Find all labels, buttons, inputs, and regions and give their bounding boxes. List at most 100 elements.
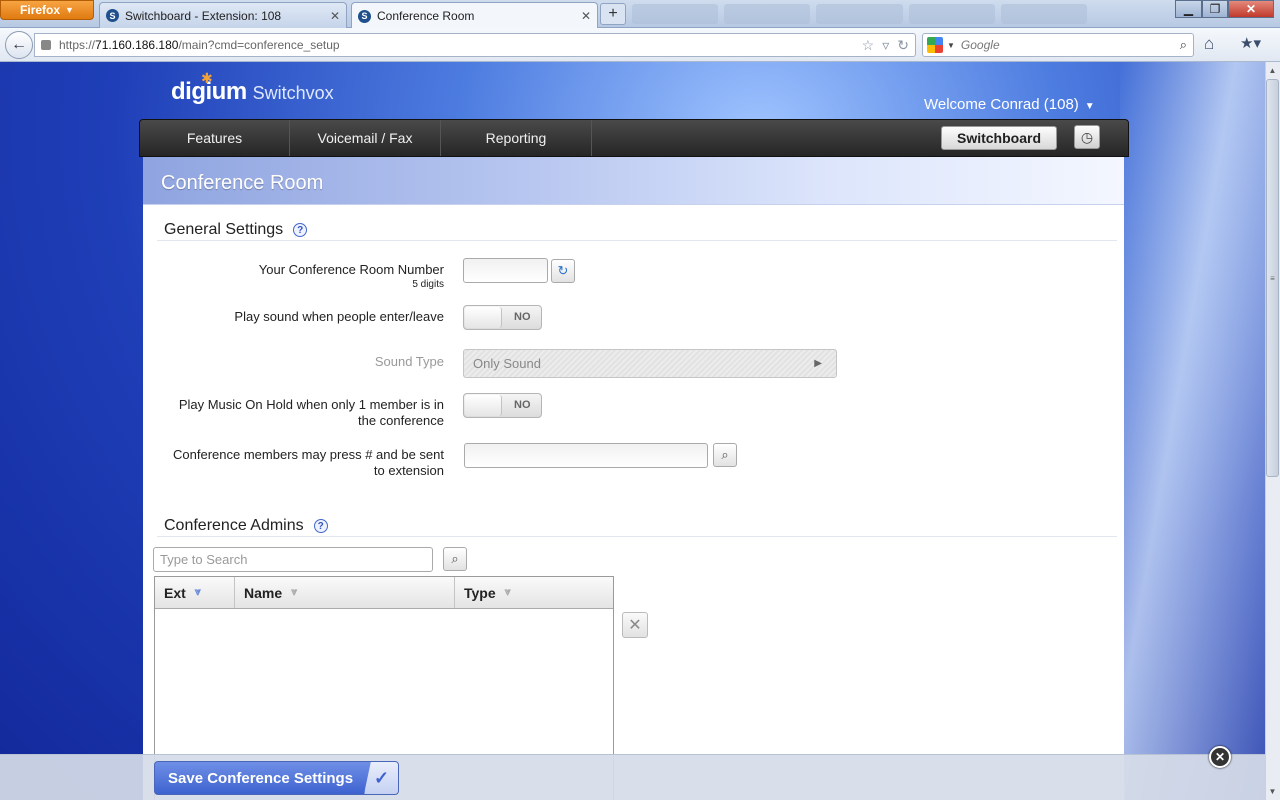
- sound-type-value: Only Sound: [473, 356, 541, 371]
- play-sound-toggle[interactable]: NO: [463, 305, 542, 330]
- tab-label: Switchboard - Extension: 108: [125, 8, 282, 23]
- play-sound-label: Play sound when people enter/leave: [234, 309, 444, 324]
- brand-secondary: Switchvox: [252, 83, 334, 103]
- help-icon[interactable]: ?: [293, 223, 308, 237]
- press-hash-label-line1: Conference members may press # and be se…: [173, 447, 444, 462]
- toggle-state: NO: [514, 399, 531, 411]
- search-bar[interactable]: ▼ Google ⌕: [922, 33, 1194, 57]
- sort-chevron-icon: ⩔: [291, 586, 298, 598]
- close-icon[interactable]: ✕: [330, 9, 340, 23]
- moh-label: Play Music On Hold when only 1 member is…: [153, 397, 444, 429]
- browser-nav-bar: ← https:// 71.160.186.180 /main?cmd=conf…: [0, 28, 1280, 62]
- home-icon[interactable]: ⌂: [1204, 34, 1214, 54]
- column-header-name[interactable]: Name ⩔: [235, 577, 455, 608]
- column-header-type[interactable]: Type ⩔: [455, 577, 613, 608]
- bookmarks-menu-icon[interactable]: ★▾: [1240, 34, 1261, 52]
- back-arrow-icon[interactable]: ←: [5, 31, 33, 59]
- save-button-label: Save Conference Settings: [168, 769, 354, 787]
- switchvox-favicon-icon: S: [358, 9, 371, 23]
- main-nav: Features Voicemail / Fax Reporting Switc…: [139, 119, 1129, 157]
- scrollbar-thumb[interactable]: ≡: [1266, 79, 1279, 477]
- column-header-label: Type: [464, 584, 496, 601]
- tab-conference-room[interactable]: S Conference Room ✕: [351, 2, 598, 29]
- checkmark-icon: ✓: [364, 762, 398, 794]
- window-minimize-button[interactable]: ▁: [1175, 0, 1202, 18]
- divider: [157, 536, 1117, 537]
- sound-type-select: Only Sound ▶: [463, 349, 837, 378]
- scroll-up-arrow-icon[interactable]: ▲: [1266, 63, 1279, 78]
- tab-label: Conference Room: [377, 9, 475, 23]
- window-close-button[interactable]: ✕: [1228, 0, 1274, 18]
- remove-admin-icon[interactable]: ✕: [622, 612, 648, 638]
- address-bar[interactable]: https:// 71.160.186.180 /main?cmd=confer…: [34, 33, 916, 57]
- background-light-beam: [1120, 62, 1265, 800]
- firefox-menu-button[interactable]: Firefox ▼: [0, 0, 94, 20]
- search-placeholder: Google: [960, 38, 1000, 52]
- save-conference-settings-button[interactable]: Save Conference Settings ✓: [154, 761, 399, 795]
- room-number-hint: 5 digits: [412, 279, 444, 290]
- press-hash-extension-input[interactable]: [464, 443, 708, 468]
- nav-item-reporting[interactable]: Reporting: [441, 120, 592, 156]
- dropdown-arrow-icon[interactable]: ▿: [882, 37, 889, 54]
- close-icon[interactable]: ✕: [581, 9, 591, 23]
- admins-search-input[interactable]: [153, 547, 433, 572]
- content-panel: Conference Room General Settings ? Your …: [143, 157, 1124, 800]
- moh-toggle[interactable]: NO: [463, 393, 542, 418]
- url-path: /main?cmd=conference_setup: [178, 38, 340, 52]
- url-host: 71.160.186.180: [95, 38, 179, 52]
- panel-header: Conference Room: [143, 157, 1124, 205]
- switchvox-favicon-icon: S: [106, 9, 119, 22]
- press-hash-label: Conference members may press # and be se…: [153, 447, 444, 479]
- chevron-down-icon[interactable]: ▼: [947, 41, 955, 50]
- digium-star-icon: ✱: [201, 70, 213, 86]
- section-title-general-settings: General Settings ?: [164, 221, 308, 239]
- play-arrow-icon: ▶: [814, 358, 822, 369]
- generate-number-icon[interactable]: ↻: [551, 259, 575, 283]
- sort-chevron-icon: ⩔: [504, 586, 511, 598]
- google-logo-icon[interactable]: [927, 37, 943, 53]
- chevron-down-icon: ▼: [1084, 101, 1095, 112]
- moh-label-line1: Play Music On Hold when only 1 member is…: [178, 397, 444, 412]
- search-icon[interactable]: ⌕: [713, 443, 737, 467]
- help-icon[interactable]: ?: [313, 519, 328, 533]
- sort-chevron-icon: ⩔: [194, 586, 202, 598]
- moh-label-line2: the conference: [357, 413, 444, 428]
- section-title-conference-admins: Conference Admins ?: [164, 517, 328, 535]
- toggle-knob: [465, 395, 502, 416]
- section-title-text: Conference Admins: [164, 517, 304, 534]
- table-header: Ext ⩔ Name ⩔ Type ⩔: [155, 577, 613, 609]
- page-title: Conference Room: [161, 172, 324, 194]
- toggle-state: NO: [514, 311, 531, 323]
- chevron-down-icon: ▼: [65, 5, 74, 15]
- sound-type-label: Sound Type: [374, 354, 444, 369]
- toggle-knob: [465, 307, 502, 328]
- reload-icon[interactable]: ↻: [897, 37, 909, 54]
- scroll-down-arrow-icon[interactable]: ▼: [1266, 784, 1279, 799]
- bookmark-star-icon[interactable]: ☆: [862, 37, 875, 54]
- column-header-label: Ext: [164, 584, 186, 601]
- new-tab-button[interactable]: +: [600, 3, 626, 25]
- search-icon[interactable]: ⌕: [1180, 37, 1187, 53]
- nav-item-features[interactable]: Features: [140, 120, 290, 156]
- welcome-text: Welcome Conrad (108): [924, 96, 1079, 113]
- clock-icon[interactable]: ◷: [1074, 125, 1100, 149]
- brand-logo[interactable]: ✱ digium Switchvox: [171, 70, 334, 106]
- save-bar: Save Conference Settings ✓: [0, 754, 1265, 800]
- switchboard-button[interactable]: Switchboard: [941, 126, 1057, 150]
- nav-item-voicemail-fax[interactable]: Voicemail / Fax: [290, 120, 441, 156]
- close-icon[interactable]: ✕: [1209, 746, 1231, 768]
- tab-switchboard[interactable]: S Switchboard - Extension: 108 ✕: [99, 2, 347, 28]
- column-header-ext[interactable]: Ext ⩔: [155, 577, 235, 608]
- room-number-label: Your Conference Room Number: [258, 262, 444, 277]
- column-header-label: Name: [244, 584, 283, 601]
- firefox-menu-label: Firefox: [20, 3, 61, 17]
- url-prefix: https://: [59, 38, 96, 52]
- blurred-background-tabs: [632, 4, 1088, 24]
- browser-tab-bar: Firefox ▼ S Switchboard - Extension: 108…: [0, 0, 1280, 29]
- user-menu[interactable]: Welcome Conrad (108) ▼: [924, 96, 1095, 113]
- divider: [157, 240, 1117, 241]
- window-maximize-button[interactable]: ❐: [1202, 0, 1228, 18]
- search-icon[interactable]: ⌕: [443, 547, 467, 571]
- room-number-input[interactable]: [463, 258, 548, 283]
- press-hash-label-line2: to extension: [373, 463, 444, 478]
